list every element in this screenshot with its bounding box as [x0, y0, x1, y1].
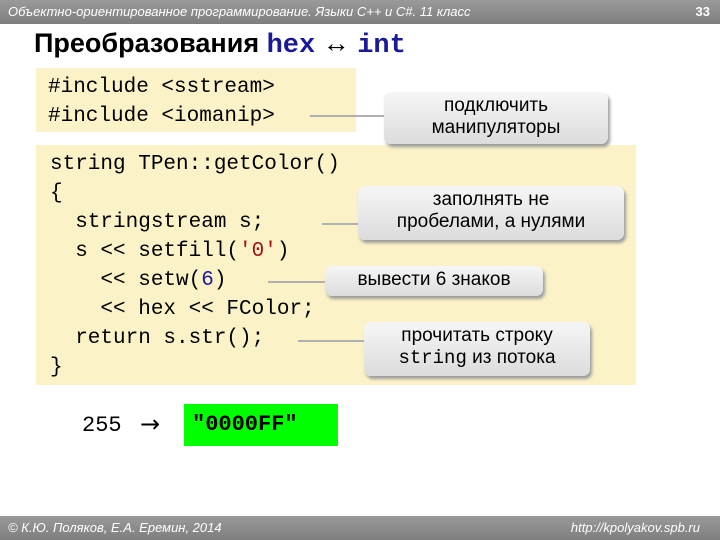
- callout-text: манипуляторы: [431, 117, 561, 138]
- callout-pointer-line: [298, 340, 368, 342]
- callout-width-six: вывести 6 знаков: [325, 266, 543, 296]
- page-number: 33: [695, 4, 710, 19]
- callout-text: вывести 6 знаков: [357, 269, 511, 290]
- code-line-6: << hex << FColor;: [50, 298, 315, 321]
- arrow-right-icon: →: [140, 410, 161, 438]
- code-line-4: s << setfill('0'): [50, 237, 289, 266]
- code-text: << setw(: [50, 269, 202, 292]
- include-line-1: #include <sstream>: [48, 76, 275, 99]
- example-output: "0000FF": [184, 404, 338, 446]
- title-int: int: [357, 31, 406, 61]
- callout-text: string из потока: [364, 347, 590, 369]
- code-line-8: }: [50, 356, 63, 379]
- title-hex: hex: [266, 31, 316, 61]
- title-prefix: Преобразования: [34, 28, 267, 58]
- code-line-7: return s.str();: [50, 327, 265, 350]
- authors-copyright: © К.Ю. Поляков, Е.А. Еремин, 2014: [8, 520, 222, 535]
- callout-pointer-line: [268, 281, 328, 283]
- course-title: Объектно-ориентированное программировани…: [8, 4, 471, 19]
- callout-text: заполнять не: [432, 189, 550, 210]
- example-input: 255: [82, 413, 122, 438]
- callout-mono-text: string: [398, 347, 467, 369]
- slide-title: Преобразования hex ↔ int: [34, 28, 406, 61]
- title-arrow: ↔: [315, 28, 358, 58]
- code-number-literal: 6: [201, 269, 214, 292]
- callout-connect-manipulators: подключить манипуляторы: [384, 92, 608, 144]
- callout-text: прочитать строку: [401, 325, 553, 346]
- footer-bar: © К.Ю. Поляков, Е.А. Еремин, 2014 http:/…: [0, 516, 720, 540]
- callout-pointer-line: [322, 223, 362, 225]
- code-line-5: << setw(6): [50, 266, 226, 295]
- code-text: ): [213, 269, 227, 292]
- code-string-literal: '0': [239, 240, 277, 263]
- callout-pointer-line: [310, 115, 386, 117]
- callout-read-string: прочитать строку string из потока: [364, 322, 590, 376]
- code-text: ): [276, 240, 290, 263]
- code-text: s << setfill(: [50, 240, 240, 263]
- code-line-2: {: [50, 182, 63, 205]
- footer-url-link[interactable]: http://kpolyakov.spb.ru: [571, 520, 700, 535]
- callout-text: подключить: [443, 95, 549, 116]
- header-bar: Объектно-ориентированное программировани…: [0, 0, 720, 24]
- code-line-1: string TPen::getColor(): [50, 153, 340, 176]
- code-line-3: stringstream s;: [50, 211, 265, 234]
- callout-text-rest: из потока: [466, 347, 556, 368]
- include-line-2: #include <iomanip>: [48, 105, 275, 128]
- callout-fill-zeros: заполнять не пробелами, а нулями: [358, 186, 624, 240]
- callout-text: пробелами, а нулями: [396, 211, 586, 232]
